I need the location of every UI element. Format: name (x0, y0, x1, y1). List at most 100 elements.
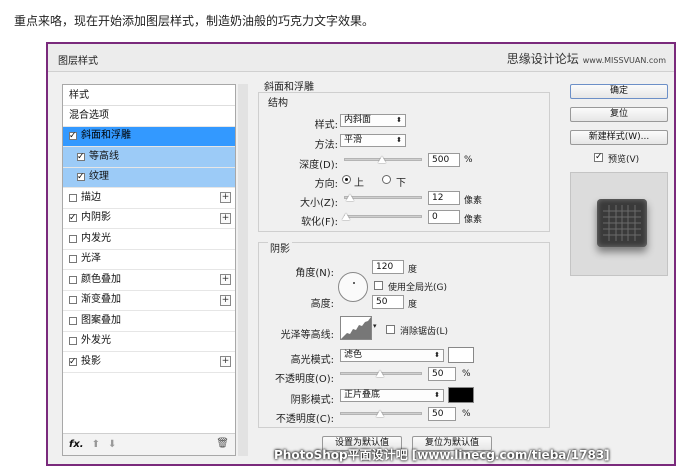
style-list-item[interactable]: 斜面和浮雕 (63, 126, 235, 147)
style-list-header[interactable]: 样式 (63, 85, 235, 106)
highlight-opacity-thumb[interactable] (376, 370, 384, 377)
direction-up-radio[interactable] (342, 175, 351, 184)
gloss-contour-picker[interactable] (340, 316, 372, 340)
depth-label: 深度(D): (299, 160, 338, 171)
ok-button[interactable]: 确定 (570, 84, 668, 99)
depth-unit: % (464, 155, 473, 165)
global-light-label: 使用全局光(G) (388, 283, 447, 293)
forum-watermark: PhotoShop平面设计吧 [www.linecg.com/tieba/178… (274, 448, 610, 462)
style-list-item[interactable]: 内发光 (63, 229, 235, 250)
style-checkbox[interactable] (77, 173, 85, 182)
soften-slider[interactable] (344, 215, 422, 218)
layer-style-dialog: 图层样式 思缘设计论坛www.MISSVUAN.com 样式 混合选项斜面和浮雕… (46, 42, 676, 466)
style-list-item-label: 光泽 (81, 253, 101, 265)
highlight-color-swatch[interactable] (448, 347, 474, 363)
style-checkbox[interactable] (69, 193, 77, 202)
style-list-item-label: 渐变叠加 (81, 294, 121, 306)
bevel-section-title: 斜面和浮雕 (264, 82, 314, 93)
shadow-opacity-label: 不透明度(C): (275, 414, 334, 425)
angle-dial[interactable] (338, 272, 368, 302)
add-effect-icon[interactable]: + (220, 294, 231, 306)
style-list-item[interactable]: 光泽 (63, 250, 235, 270)
style-list-item[interactable]: 投影 + (63, 352, 235, 373)
shadow-opacity-unit: % (462, 409, 471, 419)
angle-input[interactable]: 120 (372, 260, 404, 274)
style-checkbox[interactable] (69, 214, 77, 223)
soften-input[interactable]: 0 (428, 210, 460, 224)
size-slider[interactable] (344, 196, 422, 199)
direction-down-radio[interactable] (382, 175, 391, 184)
style-list-item[interactable]: 内阴影 + (63, 209, 235, 229)
add-effect-icon[interactable]: + (220, 212, 231, 224)
shadow-mode-value: 正片叠底 (344, 390, 381, 400)
shadow-opacity-input[interactable]: 50 (428, 407, 456, 421)
preview-checkbox[interactable] (594, 153, 603, 162)
brand-watermark: 思缘设计论坛 www.MISSVUAN.com (507, 50, 666, 67)
highlight-mode-select[interactable]: 滤色 ⬍ (340, 349, 444, 362)
style-list-item[interactable]: 等高线 (63, 147, 235, 168)
style-list-item[interactable]: 描边 + (63, 188, 235, 209)
shadow-opacity-thumb[interactable] (376, 410, 384, 417)
style-checkbox[interactable] (69, 357, 77, 367)
antialias-checkbox[interactable] (386, 325, 395, 334)
move-down-icon[interactable]: ⬇ (108, 439, 116, 450)
add-effect-icon[interactable]: + (220, 274, 231, 285)
trash-icon[interactable]: 🗑 (216, 438, 229, 449)
dialog-title: 图层样式 (58, 56, 98, 67)
shadow-mode-select[interactable]: 正片叠底 ⬍ (340, 389, 444, 402)
style-list-item[interactable]: 混合选项 (63, 106, 235, 127)
technique-select[interactable]: 平滑 ⬍ (340, 134, 406, 147)
style-checkbox[interactable] (77, 152, 85, 162)
new-style-button[interactable]: 新建样式(W)... (570, 130, 668, 145)
altitude-label: 高度: (310, 299, 334, 310)
style-list-item-label: 投影 (81, 355, 101, 367)
size-input[interactable]: 12 (428, 191, 460, 205)
depth-slider-thumb[interactable] (378, 156, 386, 163)
highlight-opacity-input[interactable]: 50 (428, 367, 456, 381)
style-list-item[interactable]: 外发光 (63, 332, 235, 352)
style-checkbox[interactable] (69, 337, 77, 346)
shadow-mode-label: 阴影模式: (290, 395, 334, 406)
shading-title: 阴影 (268, 240, 292, 255)
style-checkbox[interactable] (69, 296, 77, 305)
contour-curve-icon (341, 317, 371, 339)
style-list-item-label: 内阴影 (81, 212, 111, 224)
style-checkbox[interactable] (69, 316, 77, 325)
style-list-item-label: 等高线 (89, 150, 119, 162)
global-light-checkbox[interactable] (374, 281, 383, 290)
style-list-item[interactable]: 颜色叠加 + (63, 270, 235, 291)
style-checkbox[interactable] (69, 255, 77, 264)
style-list-scrollbar[interactable] (238, 84, 248, 456)
size-slider-thumb[interactable] (346, 194, 354, 201)
reset-button[interactable]: 复位 (570, 107, 668, 122)
angle-unit: 度 (408, 265, 418, 275)
style-checkbox[interactable] (69, 132, 77, 141)
add-effect-icon[interactable]: + (220, 192, 231, 203)
bevel-style-select[interactable]: 内斜面 ⬍ (340, 114, 406, 127)
depth-input[interactable]: 500 (428, 153, 460, 167)
direction-up-label: 上 (354, 178, 364, 189)
select-caret-icon: ⬍ (434, 391, 440, 399)
style-list-item-label: 外发光 (81, 335, 111, 347)
style-checkbox[interactable] (69, 234, 77, 243)
select-caret-icon: ⬍ (396, 136, 402, 144)
style-checkbox[interactable] (69, 275, 77, 284)
contour-dropdown-icon[interactable]: ▾ (373, 322, 377, 330)
soften-slider-thumb[interactable] (342, 213, 350, 220)
fx-icon[interactable]: fx. (69, 439, 84, 450)
highlight-opacity-label: 不透明度(O): (274, 374, 334, 385)
altitude-input[interactable]: 50 (372, 295, 404, 309)
style-list: 样式 混合选项斜面和浮雕等高线纹理描边 + 内阴影 + 内发光光泽颜色叠加 + 渐变叠加 + 图… (62, 84, 236, 456)
direction-down-label: 下 (396, 178, 406, 189)
style-list-item[interactable]: 图案叠加 (63, 311, 235, 332)
select-caret-icon: ⬍ (396, 116, 402, 124)
move-up-icon[interactable]: ⬆ (92, 439, 100, 450)
add-effect-icon[interactable]: + (220, 356, 231, 367)
select-caret-icon: ⬍ (434, 351, 440, 359)
style-list-item-label: 内发光 (81, 232, 111, 244)
style-list-item[interactable]: 渐变叠加 + (63, 291, 235, 311)
highlight-mode-label: 高光模式: (290, 355, 334, 366)
angle-label: 角度(N): (295, 268, 334, 279)
shadow-color-swatch[interactable] (448, 387, 474, 403)
style-list-item[interactable]: 纹理 (63, 167, 235, 188)
